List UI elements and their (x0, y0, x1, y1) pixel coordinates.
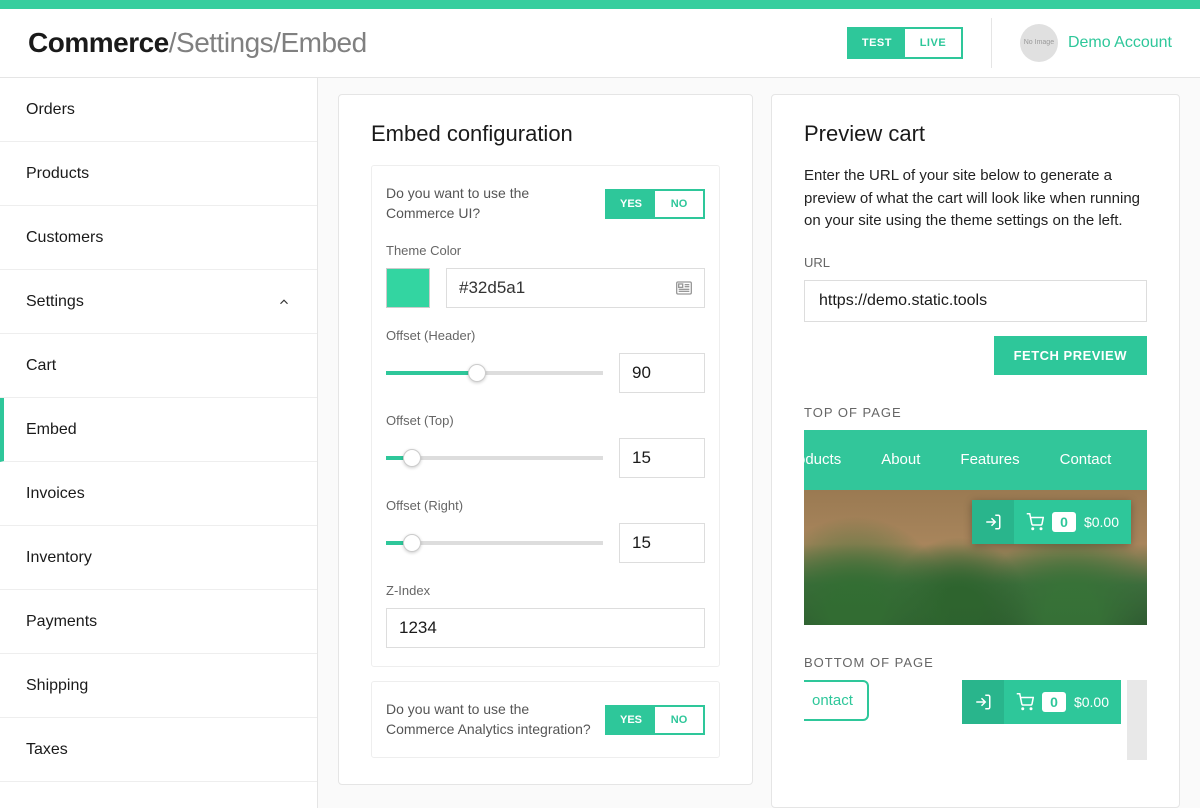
top-preview: roducts About Features Contact 0 $ (804, 430, 1147, 625)
use-ui-no[interactable]: NO (655, 191, 703, 217)
mode-live[interactable]: LIVE (905, 29, 961, 57)
config-title: Embed configuration (371, 121, 720, 147)
offset-header-slider[interactable] (386, 371, 603, 375)
offset-top-input[interactable]: 15 (619, 438, 705, 478)
mode-test[interactable]: TEST (849, 29, 905, 57)
breadcrumb-path: /Settings/Embed (169, 27, 367, 58)
theme-color-label: Theme Color (386, 243, 705, 258)
preview-title: Preview cart (804, 121, 1147, 147)
sidebar-item-invoices[interactable]: Invoices (0, 462, 317, 526)
sidebar-item-orders[interactable]: Orders (0, 78, 317, 142)
url-label: URL (804, 255, 1147, 270)
analytics-toggle[interactable]: YES NO (605, 705, 705, 735)
sidebar-item-cart[interactable]: Cart (0, 334, 317, 398)
sidebar-item-taxes[interactable]: Taxes (0, 718, 317, 782)
cart-widget-bottom[interactable]: 0 $0.00 (962, 680, 1121, 724)
nav-contact[interactable]: Contact (1060, 451, 1112, 468)
cart-amount-bottom: $0.00 (1074, 694, 1109, 710)
sidebar-item-settings[interactable]: Settings (0, 270, 317, 334)
embed-config-card: Embed configuration Do you want to use t… (338, 94, 753, 785)
sidebar-item-customers[interactable]: Customers (0, 206, 317, 270)
bottom-preview: ontact 0 $0.00 (804, 680, 1147, 760)
offset-right-label: Offset (Right) (386, 498, 705, 513)
fetch-preview-button[interactable]: FETCH PREVIEW (994, 336, 1147, 375)
scrollbar[interactable] (1127, 680, 1147, 760)
offset-header-input[interactable]: 90 (619, 353, 705, 393)
login-icon-bottom[interactable] (962, 680, 1004, 724)
breadcrumb: Commerce/Settings/Embed (28, 27, 367, 59)
mode-toggle[interactable]: TEST LIVE (847, 27, 963, 59)
z-index-label: Z-Index (386, 583, 705, 598)
preview-card: Preview cart Enter the URL of your site … (771, 94, 1180, 808)
url-input[interactable]: https://demo.static.tools (804, 280, 1147, 322)
preview-nav: roducts About Features Contact (804, 430, 1147, 490)
nav-products[interactable]: roducts (804, 451, 841, 468)
sidebar-item-products[interactable]: Products (0, 142, 317, 206)
brand-topbar (0, 0, 1200, 9)
offset-top-slider[interactable] (386, 456, 603, 460)
nav-about[interactable]: About (881, 451, 920, 468)
sidebar-item-inventory[interactable]: Inventory (0, 526, 317, 590)
offset-right-slider[interactable] (386, 541, 603, 545)
nav-features[interactable]: Features (960, 451, 1019, 468)
preview-desc: Enter the URL of your site below to gene… (804, 165, 1147, 233)
use-ui-panel: Do you want to use the Commerce UI? YES … (371, 165, 720, 667)
color-picker-icon[interactable] (676, 281, 692, 295)
offset-header-label: Offset (Header) (386, 328, 705, 343)
account-name: Demo Account (1068, 34, 1172, 52)
cart-icon-seg-bottom[interactable]: 0 $0.00 (1004, 680, 1121, 724)
divider (991, 18, 992, 68)
chevron-up-icon (277, 295, 291, 309)
theme-color-input[interactable]: #32d5a1 (446, 268, 705, 308)
use-ui-yes[interactable]: YES (607, 191, 655, 217)
header: Commerce/Settings/Embed TEST LIVE No Ima… (0, 9, 1200, 78)
top-of-page-label: TOP OF PAGE (804, 405, 1147, 420)
analytics-question: Do you want to use the Commerce Analytic… (386, 700, 591, 739)
account-menu[interactable]: No Image Demo Account (1020, 24, 1172, 62)
sidebar-item-embed[interactable]: Embed (0, 398, 317, 462)
cart-count: 0 (1052, 512, 1076, 532)
analytics-panel: Do you want to use the Commerce Analytic… (371, 681, 720, 758)
sidebar: Orders Products Customers Settings Cart … (0, 78, 318, 808)
offset-top-label: Offset (Top) (386, 413, 705, 428)
login-icon[interactable] (972, 500, 1014, 544)
avatar: No Image (1020, 24, 1058, 62)
color-swatch[interactable] (386, 268, 430, 308)
cart-icon-seg[interactable]: 0 $0.00 (1014, 500, 1131, 544)
cart-count-bottom: 0 (1042, 692, 1066, 712)
contact-pill[interactable]: ontact (804, 680, 869, 721)
z-index-input[interactable]: 1234 (386, 608, 705, 648)
bottom-of-page-label: BOTTOM OF PAGE (804, 655, 1147, 670)
sidebar-item-payments[interactable]: Payments (0, 590, 317, 654)
use-ui-question: Do you want to use the Commerce UI? (386, 184, 591, 223)
analytics-yes[interactable]: YES (607, 707, 655, 733)
offset-right-input[interactable]: 15 (619, 523, 705, 563)
sidebar-item-shipping[interactable]: Shipping (0, 654, 317, 718)
cart-widget-top[interactable]: 0 $0.00 (972, 500, 1131, 544)
use-ui-toggle[interactable]: YES NO (605, 189, 705, 219)
analytics-no[interactable]: NO (655, 707, 703, 733)
cart-amount: $0.00 (1084, 514, 1119, 530)
cart-icon (1016, 693, 1034, 711)
breadcrumb-root[interactable]: Commerce (28, 27, 169, 58)
cart-icon (1026, 513, 1044, 531)
